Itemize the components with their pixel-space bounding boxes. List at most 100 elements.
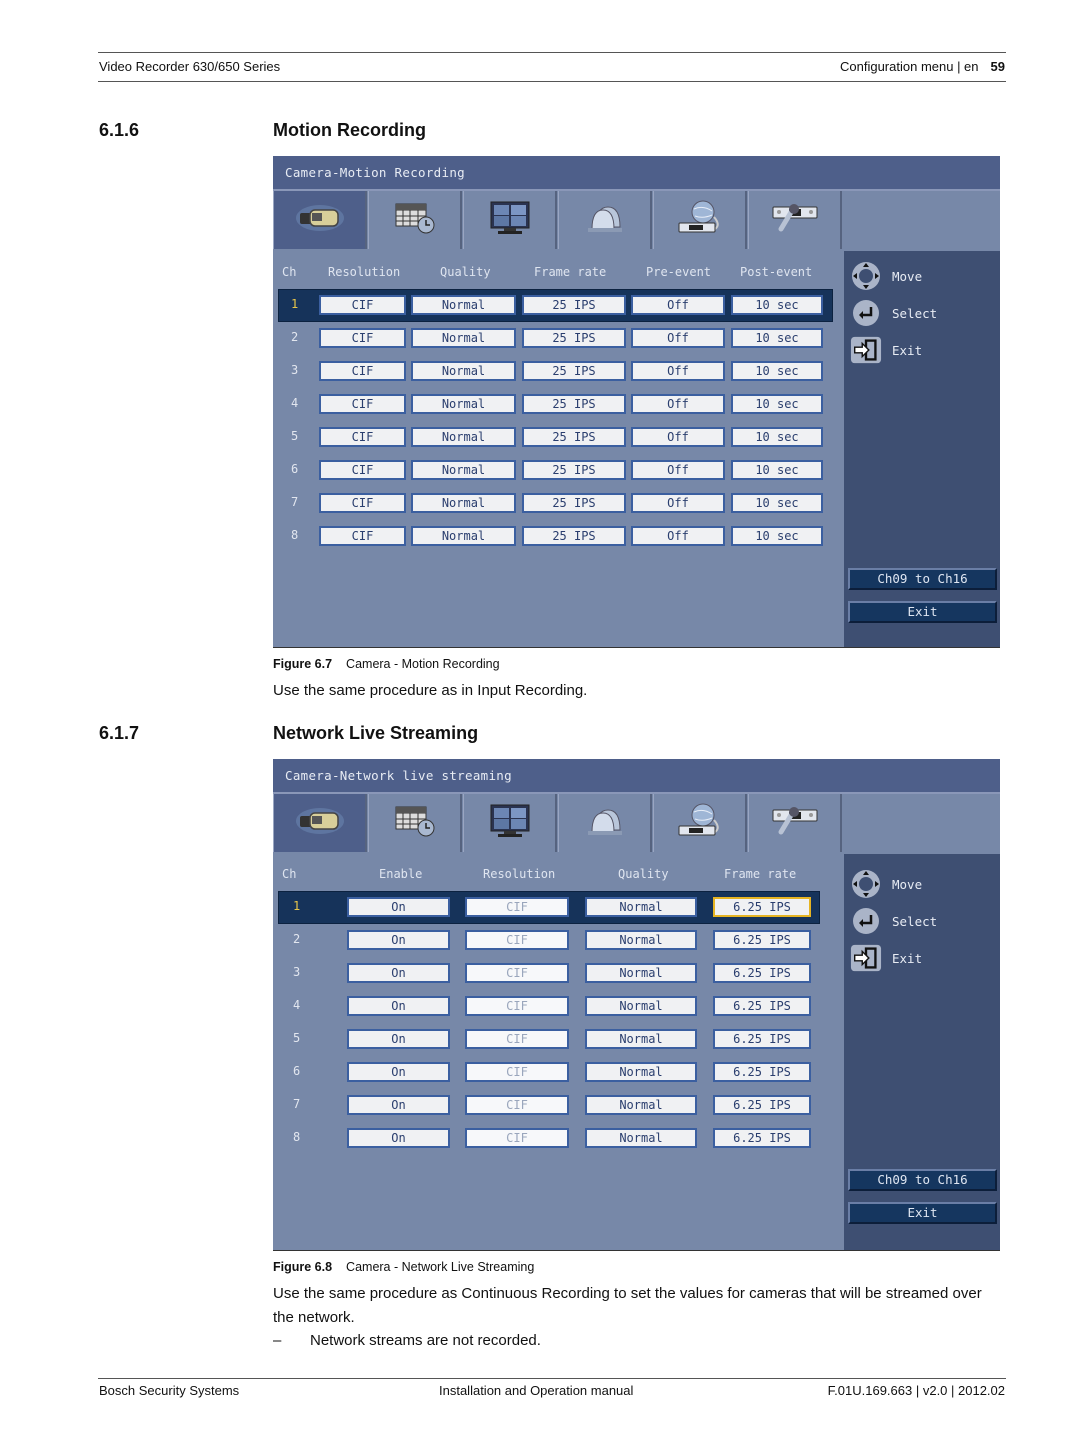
quality-field[interactable]: Normal: [585, 1062, 697, 1082]
quality-field[interactable]: Normal: [411, 328, 516, 348]
quality-field[interactable]: Normal: [585, 1128, 697, 1148]
pre-event-field[interactable]: Off: [631, 427, 725, 447]
enable-field[interactable]: On: [347, 930, 450, 950]
channel-number: 2: [293, 932, 301, 946]
frame-rate-field[interactable]: 6.25 IPS: [713, 1095, 811, 1115]
enable-field[interactable]: On: [347, 996, 450, 1016]
quality-field[interactable]: Normal: [585, 897, 697, 917]
frame-rate-field[interactable]: 6.25 IPS: [713, 963, 811, 983]
pre-event-field[interactable]: Off: [631, 493, 725, 513]
body-paragraph: Use the same procedure as in Input Recor…: [273, 682, 588, 699]
quality-field[interactable]: Normal: [411, 427, 516, 447]
quality-field[interactable]: Normal: [411, 493, 516, 513]
pre-event-field[interactable]: Off: [631, 394, 725, 414]
frame-rate-field[interactable]: 6.25 IPS: [713, 1062, 811, 1082]
tab-network[interactable]: [653, 191, 747, 249]
quality-field[interactable]: Normal: [585, 963, 697, 983]
section-title: Motion Recording: [273, 120, 426, 140]
resolution-field[interactable]: CIF: [319, 427, 406, 447]
pre-event-field[interactable]: Off: [631, 526, 725, 546]
frame-rate-field[interactable]: 6.25 IPS: [713, 897, 811, 917]
quality-field[interactable]: Normal: [411, 295, 516, 315]
enable-field[interactable]: On: [347, 1029, 450, 1049]
resolution-field[interactable]: CIF: [319, 328, 406, 348]
enable-field[interactable]: On: [347, 1128, 450, 1148]
exit-button[interactable]: Exit: [848, 601, 997, 623]
quality-field[interactable]: Normal: [585, 1095, 697, 1115]
tab-schedule[interactable]: [368, 794, 462, 852]
frame-rate-field[interactable]: 6.25 IPS: [713, 1128, 811, 1148]
resolution-field[interactable]: CIF: [465, 897, 569, 917]
enable-field[interactable]: On: [347, 963, 450, 983]
frame-rate-field[interactable]: 25 IPS: [522, 295, 626, 315]
resolution-field[interactable]: CIF: [319, 394, 406, 414]
tab-system-tools[interactable]: [748, 794, 842, 852]
resolution-field[interactable]: CIF: [319, 361, 406, 381]
channel-number: 1: [291, 297, 299, 311]
frame-rate-field[interactable]: 25 IPS: [522, 328, 626, 348]
frame-rate-field[interactable]: 6.25 IPS: [713, 930, 811, 950]
post-event-field[interactable]: 10 sec: [731, 427, 823, 447]
pre-event-field[interactable]: Off: [631, 361, 725, 381]
bullet-item: – Network streams are not recorded.: [273, 1332, 541, 1349]
bullet-dash: –: [273, 1332, 282, 1349]
pre-event-field[interactable]: Off: [631, 295, 725, 315]
resolution-field[interactable]: CIF: [465, 1128, 569, 1148]
resolution-field[interactable]: CIF: [465, 996, 569, 1016]
quality-field[interactable]: Normal: [411, 394, 516, 414]
pre-event-field[interactable]: Off: [631, 460, 725, 480]
quality-field[interactable]: Normal: [585, 996, 697, 1016]
frame-rate-field[interactable]: 6.25 IPS: [713, 1029, 811, 1049]
frame-rate-field[interactable]: 25 IPS: [522, 427, 626, 447]
tab-schedule[interactable]: [368, 191, 462, 249]
legend-exit: Exit: [850, 335, 1000, 365]
quality-field[interactable]: Normal: [411, 526, 516, 546]
tab-network[interactable]: [653, 794, 747, 852]
channel-number: 1: [293, 899, 301, 913]
resolution-field[interactable]: CIF: [465, 1095, 569, 1115]
resolution-field[interactable]: CIF: [465, 1029, 569, 1049]
resolution-field[interactable]: CIF: [465, 930, 569, 950]
next-channels-button[interactable]: Ch09 to Ch16: [848, 568, 997, 590]
enable-field[interactable]: On: [347, 1062, 450, 1082]
frame-rate-field[interactable]: 25 IPS: [522, 493, 626, 513]
tab-camera[interactable]: [273, 794, 367, 852]
resolution-field[interactable]: CIF: [465, 963, 569, 983]
post-event-field[interactable]: 10 sec: [731, 460, 823, 480]
resolution-field[interactable]: CIF: [319, 493, 406, 513]
post-event-field[interactable]: 10 sec: [731, 295, 823, 315]
post-event-field[interactable]: 10 sec: [731, 526, 823, 546]
quality-field[interactable]: Normal: [585, 1029, 697, 1049]
quality-field[interactable]: Normal: [585, 930, 697, 950]
post-event-field[interactable]: 10 sec: [731, 394, 823, 414]
frame-rate-field[interactable]: 25 IPS: [522, 394, 626, 414]
post-event-field[interactable]: 10 sec: [731, 493, 823, 513]
frame-rate-field[interactable]: 25 IPS: [522, 460, 626, 480]
post-event-field[interactable]: 10 sec: [731, 328, 823, 348]
tab-alarm[interactable]: [558, 794, 652, 852]
quality-field[interactable]: Normal: [411, 460, 516, 480]
next-channels-button[interactable]: Ch09 to Ch16: [848, 1169, 997, 1191]
tab-monitor[interactable]: [463, 191, 557, 249]
tab-monitor[interactable]: [463, 794, 557, 852]
enable-field[interactable]: On: [347, 897, 450, 917]
channel-number: 4: [291, 396, 299, 410]
move-icon: [850, 869, 882, 899]
resolution-field[interactable]: CIF: [319, 460, 406, 480]
camera-icon: [294, 203, 346, 237]
pre-event-field[interactable]: Off: [631, 328, 725, 348]
resolution-field[interactable]: CIF: [465, 1062, 569, 1082]
resolution-field[interactable]: CIF: [319, 526, 406, 546]
resolution-field[interactable]: CIF: [319, 295, 406, 315]
tab-system-tools[interactable]: [748, 191, 842, 249]
tab-alarm[interactable]: [558, 191, 652, 249]
frame-rate-field[interactable]: 25 IPS: [522, 526, 626, 546]
select-icon: [850, 906, 882, 936]
enable-field[interactable]: On: [347, 1095, 450, 1115]
frame-rate-field[interactable]: 6.25 IPS: [713, 996, 811, 1016]
frame-rate-field[interactable]: 25 IPS: [522, 361, 626, 381]
quality-field[interactable]: Normal: [411, 361, 516, 381]
tab-camera[interactable]: [273, 191, 367, 249]
post-event-field[interactable]: 10 sec: [731, 361, 823, 381]
exit-button[interactable]: Exit: [848, 1202, 997, 1224]
